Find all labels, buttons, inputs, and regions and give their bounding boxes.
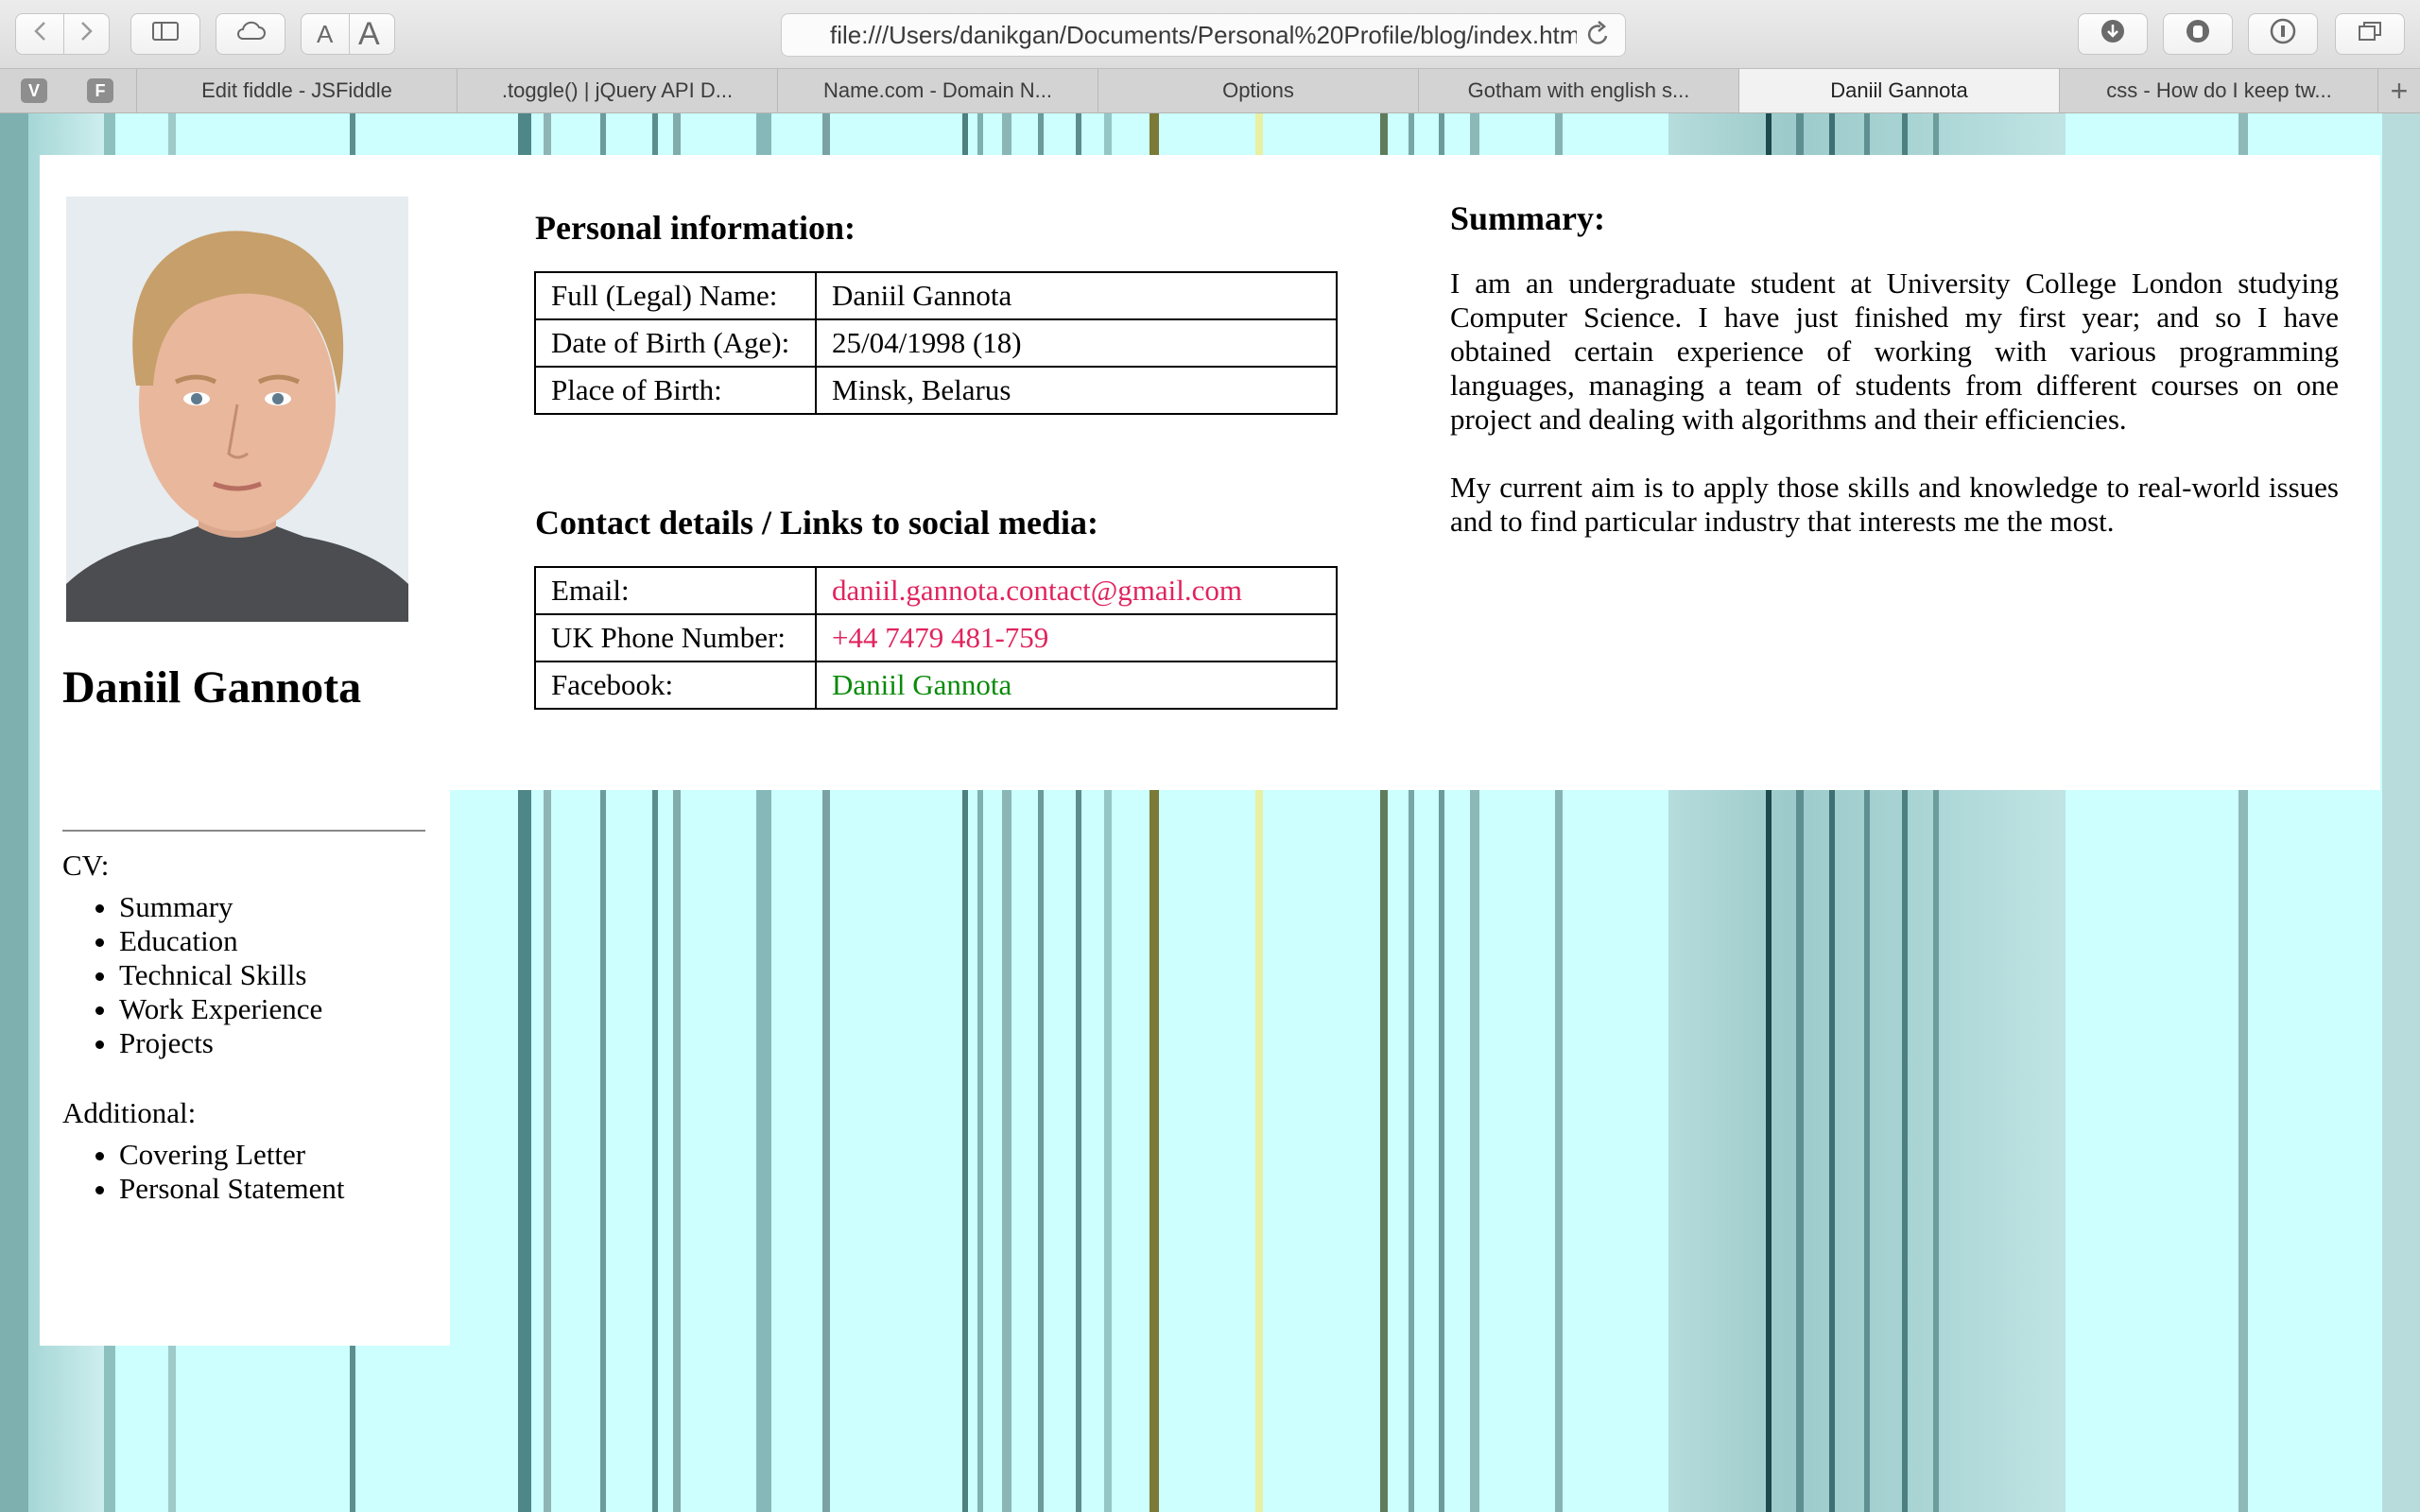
summary-paragraph-1: I am an undergraduate student at Univers… xyxy=(1450,266,2339,436)
table-row: Date of Birth (Age): 25/04/1998 (18) xyxy=(534,318,1338,368)
phone-link[interactable]: +44 7479 481-759 xyxy=(815,613,1338,662)
sidebar-button[interactable] xyxy=(130,13,200,55)
hand-icon xyxy=(2184,17,2212,52)
full-name-value: Daniil Gannota xyxy=(815,271,1338,320)
phone-label: UK Phone Number: xyxy=(534,613,817,662)
downloads-button[interactable] xyxy=(2078,13,2148,55)
cv-link-summary[interactable]: Summary xyxy=(119,890,322,924)
cv-link-projects[interactable]: Projects xyxy=(119,1026,322,1060)
additional-link-covering-letter[interactable]: Covering Letter xyxy=(119,1138,344,1172)
birthplace-value: Minsk, Belarus xyxy=(815,366,1338,415)
additional-nav-list: Covering Letter Personal Statement xyxy=(62,1138,344,1206)
contact-table: Email: daniil.gannota.contact@gmail.com … xyxy=(534,566,1338,710)
back-forward-buttons xyxy=(15,13,110,55)
icloud-tabs-button[interactable] xyxy=(216,13,285,55)
tab-jquery-toggle[interactable]: .toggle() | jQuery API D... xyxy=(457,69,777,112)
font-size-buttons: A A xyxy=(301,13,395,55)
sidebar-divider xyxy=(62,830,425,832)
tab-name-com[interactable]: Name.com - Domain N... xyxy=(777,69,1098,112)
font-smaller-button[interactable]: A xyxy=(317,20,333,49)
web-page: Daniil Gannota CV: Summary Education Tec… xyxy=(0,113,2420,1512)
reload-icon[interactable] xyxy=(1585,20,1612,56)
download-icon xyxy=(2099,17,2127,52)
email-link[interactable]: daniil.gannota.contact@gmail.com xyxy=(815,566,1338,615)
profile-photo xyxy=(66,197,408,622)
sidebar-icon xyxy=(151,19,180,49)
tab-options[interactable]: Options xyxy=(1098,69,1418,112)
additional-link-personal-statement[interactable]: Personal Statement xyxy=(119,1172,344,1206)
facebook-label: Facebook: xyxy=(534,661,817,710)
pinned-tab-v[interactable]: V xyxy=(21,78,47,103)
email-label: Email: xyxy=(534,566,817,615)
url-text: file:///Users/danikgan/Documents/Persona… xyxy=(830,20,1577,49)
back-icon[interactable] xyxy=(29,19,52,49)
password-manager-button[interactable] xyxy=(2248,13,2318,55)
cloud-icon xyxy=(234,19,267,49)
info-icon xyxy=(2269,17,2297,52)
table-row: Full (Legal) Name: Daniil Gannota xyxy=(534,271,1338,320)
cv-nav-list: Summary Education Technical Skills Work … xyxy=(62,890,322,1060)
cv-link-technical-skills[interactable]: Technical Skills xyxy=(119,958,322,992)
summary-text: I am an undergraduate student at Univers… xyxy=(1450,266,2339,539)
additional-label: Additional: xyxy=(62,1096,197,1129)
tab-bar: V F Edit fiddle - JSFiddle .toggle() | j… xyxy=(0,68,2420,113)
new-tab-button[interactable]: + xyxy=(2377,69,2420,112)
extension-button[interactable] xyxy=(2163,13,2233,55)
facebook-link[interactable]: Daniil Gannota xyxy=(815,661,1338,710)
dob-value: 25/04/1998 (18) xyxy=(815,318,1338,368)
tabs-overview-icon xyxy=(2356,19,2384,50)
pinned-tab-f[interactable]: F xyxy=(87,78,113,103)
personal-info-table: Full (Legal) Name: Daniil Gannota Date o… xyxy=(534,271,1338,415)
table-row: Place of Birth: Minsk, Belarus xyxy=(534,366,1338,415)
full-name-label: Full (Legal) Name: xyxy=(534,271,817,320)
cv-label: CV: xyxy=(62,849,110,882)
tab-daniil-gannota[interactable]: Daniil Gannota xyxy=(1738,69,2059,112)
personal-info-heading: Personal information: xyxy=(535,209,856,247)
dob-label: Date of Birth (Age): xyxy=(534,318,817,368)
table-row: UK Phone Number: +44 7479 481-759 xyxy=(534,613,1338,662)
tab-gotham[interactable]: Gotham with english s... xyxy=(1418,69,1738,112)
cv-link-education[interactable]: Education xyxy=(119,924,322,958)
summary-heading: Summary: xyxy=(1450,199,1605,237)
table-row: Facebook: Daniil Gannota xyxy=(534,661,1338,710)
forward-icon[interactable] xyxy=(75,19,97,49)
birthplace-label: Place of Birth: xyxy=(534,366,817,415)
contact-heading: Contact details / Links to social media: xyxy=(535,504,1099,541)
show-tabs-button[interactable] xyxy=(2335,13,2405,55)
font-larger-button[interactable]: A xyxy=(358,16,380,53)
tab-jsfiddle[interactable]: Edit fiddle - JSFiddle xyxy=(136,69,457,112)
cv-link-work-experience[interactable]: Work Experience xyxy=(119,992,322,1026)
table-row: Email: daniil.gannota.contact@gmail.com xyxy=(534,566,1338,615)
summary-paragraph-2: My current aim is to apply those skills … xyxy=(1450,471,2339,538)
profile-name: Daniil Gannota xyxy=(62,662,362,713)
tab-css-question[interactable]: css - How do I keep tw... xyxy=(2059,69,2378,112)
address-bar[interactable]: file:///Users/danikgan/Documents/Persona… xyxy=(781,13,1626,57)
browser-toolbar: A A file:///Users/danikgan/Documents/Per… xyxy=(0,0,2420,68)
